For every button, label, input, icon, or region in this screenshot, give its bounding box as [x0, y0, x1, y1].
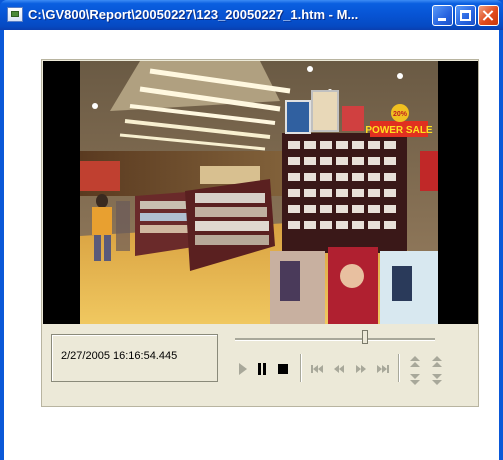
- play-icon: [239, 363, 247, 375]
- speed-down-button[interactable]: [407, 372, 423, 388]
- separator: [398, 354, 400, 382]
- fast-forward-icon: [356, 365, 366, 373]
- stop-icon: [277, 363, 288, 374]
- close-button[interactable]: [478, 5, 499, 26]
- maximize-icon: [460, 10, 471, 21]
- seek-track[interactable]: [235, 338, 435, 341]
- timestamp-label: 2/27/2005 16:16:54.445: [61, 350, 178, 362]
- app-icon[interactable]: [7, 7, 23, 22]
- video-frame: POWER SALE 20%: [80, 61, 438, 324]
- play-button[interactable]: [235, 361, 251, 377]
- close-icon: [479, 6, 498, 25]
- skip-start-icon: [311, 365, 323, 373]
- minimize-icon: [438, 18, 446, 21]
- power-sale-sign: POWER SALE: [365, 125, 433, 136]
- pause-button[interactable]: [254, 361, 270, 377]
- seek-slider-thumb[interactable]: [362, 330, 368, 344]
- playback-controls: 2/27/2005 16:16:54.445: [43, 324, 478, 406]
- speed-down-button-2[interactable]: [429, 372, 445, 388]
- double-up-icon: [432, 356, 442, 367]
- window-client-area: POWER SALE 20% 2/27/2005 16:16:54.445: [4, 30, 499, 460]
- rewind-icon: [334, 365, 344, 373]
- double-down-icon: [432, 374, 442, 385]
- stop-button[interactable]: [275, 361, 291, 377]
- speed-up-button[interactable]: [407, 354, 423, 370]
- video-player: POWER SALE 20% 2/27/2005 16:16:54.445: [41, 59, 479, 407]
- step-forward-button[interactable]: [353, 361, 369, 377]
- title-bar[interactable]: C:\GV800\Report\20050227\123_20050227_1.…: [0, 0, 503, 30]
- first-frame-button[interactable]: [309, 361, 325, 377]
- store-camera-image: POWER SALE 20%: [80, 61, 438, 324]
- step-back-button[interactable]: [331, 361, 347, 377]
- timestamp-panel: 2/27/2005 16:16:54.445: [51, 334, 218, 382]
- separator: [300, 354, 302, 382]
- pause-icon: [258, 363, 266, 375]
- maximize-button[interactable]: [455, 5, 476, 26]
- window-title: C:\GV800\Report\20050227\123_20050227_1.…: [28, 7, 359, 22]
- video-display[interactable]: POWER SALE 20%: [43, 61, 478, 324]
- double-up-icon: [410, 356, 420, 367]
- app-window: C:\GV800\Report\20050227\123_20050227_1.…: [0, 0, 503, 460]
- skip-end-icon: [377, 365, 389, 373]
- last-frame-button[interactable]: [375, 361, 391, 377]
- minimize-button[interactable]: [432, 5, 453, 26]
- double-down-icon: [410, 374, 420, 385]
- speed-up-button-2[interactable]: [429, 354, 445, 370]
- sale-badge: 20%: [393, 111, 408, 118]
